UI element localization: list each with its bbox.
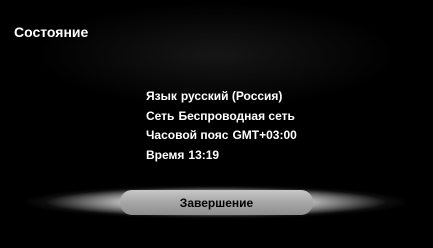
- status-value: русский (Россия): [180, 89, 283, 103]
- status-list: Язык русский (Россия) Сеть Беспроводная се…: [146, 87, 297, 165]
- status-row-network: Сеть Беспроводная сеть: [146, 107, 297, 127]
- status-row-language: Язык русский (Россия): [146, 87, 297, 107]
- status-value: Беспроводная сеть: [178, 108, 295, 123]
- page-title: Состояние: [14, 24, 89, 40]
- status-screen: Состояние Язык русский (Россия) Сеть Беспр…: [0, 0, 433, 248]
- status-label: Язык: [146, 89, 177, 103]
- status-label: Часовой пояс: [146, 128, 229, 142]
- status-row-timezone: Часовой пояс GMT+03:00: [146, 126, 297, 146]
- status-label: Время: [146, 147, 185, 162]
- status-row-time: Время 13:19: [146, 146, 297, 166]
- status-value: 13:19: [188, 147, 220, 162]
- status-label: Сеть: [146, 108, 175, 123]
- status-value: GMT+03:00: [232, 128, 297, 142]
- finish-button[interactable]: Завершение: [120, 190, 313, 215]
